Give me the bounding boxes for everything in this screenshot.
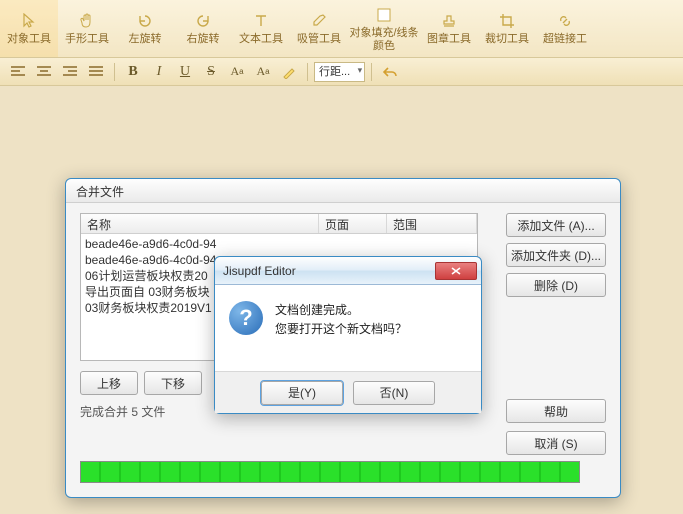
tool-stamp[interactable]: 图章工具 bbox=[420, 0, 478, 57]
confirm-open-dialog: Jisupdf Editor ? 文档创建完成。 您要打开这个新文档吗？ 是(Y… bbox=[214, 256, 482, 414]
add-file-button[interactable]: 添加文件 (A)... bbox=[506, 213, 606, 237]
yes-button[interactable]: 是(Y) bbox=[261, 381, 343, 405]
hand-icon bbox=[77, 11, 97, 31]
move-up-button[interactable]: 上移 bbox=[80, 371, 138, 395]
bold-button[interactable]: B bbox=[121, 61, 145, 83]
stamp-icon bbox=[439, 11, 459, 31]
align-left-button[interactable] bbox=[6, 61, 30, 83]
question-icon: ? bbox=[229, 301, 263, 335]
column-range[interactable]: 范围 bbox=[387, 214, 477, 233]
align-justify-button[interactable] bbox=[84, 61, 108, 83]
move-down-button[interactable]: 下移 bbox=[144, 371, 202, 395]
merge-status-text: 完成合并 5 文件 bbox=[80, 403, 165, 420]
tool-rotate-right[interactable]: 右旋转 bbox=[174, 0, 232, 57]
column-page[interactable]: 页面 bbox=[319, 214, 387, 233]
message-titlebar[interactable]: Jisupdf Editor bbox=[215, 257, 481, 285]
rotate-right-icon bbox=[193, 11, 213, 31]
message-text: 文档创建完成。 您要打开这个新文档吗？ bbox=[275, 301, 407, 361]
close-icon bbox=[451, 267, 461, 275]
format-toolbar: B I U S Aa Aa 行距... bbox=[0, 58, 683, 86]
tool-hand[interactable]: 手形工具 bbox=[58, 0, 116, 57]
tool-crop[interactable]: 裁切工具 bbox=[478, 0, 536, 57]
delete-button[interactable]: 删除 (D) bbox=[506, 273, 606, 297]
merge-dialog-title: 合并文件 bbox=[66, 179, 620, 203]
file-row[interactable]: beade46e-a9d6-4c0d-94 bbox=[85, 236, 473, 252]
crop-icon bbox=[497, 11, 517, 31]
no-button[interactable]: 否(N) bbox=[353, 381, 435, 405]
underline-button[interactable]: U bbox=[173, 61, 197, 83]
tool-object[interactable]: 对象工具 bbox=[0, 0, 58, 57]
tool-text[interactable]: 文本工具 bbox=[232, 0, 290, 57]
rotate-left-icon bbox=[135, 11, 155, 31]
file-list-header: 名称 页面 范围 bbox=[81, 214, 477, 234]
cursor-icon bbox=[19, 11, 39, 31]
help-button[interactable]: 帮助 bbox=[506, 399, 606, 423]
link-icon bbox=[555, 11, 575, 31]
text-icon bbox=[251, 11, 271, 31]
column-name[interactable]: 名称 bbox=[81, 214, 319, 233]
eyedropper-icon bbox=[309, 11, 329, 31]
superscript-button[interactable]: Aa bbox=[225, 61, 249, 83]
tool-hyperlink[interactable]: 超链接工 bbox=[536, 0, 594, 57]
fill-color-icon bbox=[374, 5, 394, 25]
tool-fill-stroke-color[interactable]: 对象填充/线条颜色 bbox=[348, 0, 420, 57]
italic-button[interactable]: I bbox=[147, 61, 171, 83]
line-spacing-combo[interactable]: 行距... bbox=[314, 62, 365, 82]
merge-progress-bar bbox=[80, 461, 580, 483]
align-center-button[interactable] bbox=[32, 61, 56, 83]
undo-button[interactable] bbox=[378, 61, 402, 83]
align-right-button[interactable] bbox=[58, 61, 82, 83]
highlight-button[interactable] bbox=[277, 61, 301, 83]
cancel-button[interactable]: 取消 (S) bbox=[506, 431, 606, 455]
tool-rotate-left[interactable]: 左旋转 bbox=[116, 0, 174, 57]
message-title: Jisupdf Editor bbox=[223, 264, 429, 278]
close-button[interactable] bbox=[435, 262, 477, 280]
subscript-button[interactable]: Aa bbox=[251, 61, 275, 83]
progress-fill bbox=[81, 462, 579, 482]
ribbon-toolbar: 对象工具 手形工具 左旋转 右旋转 文本工具 吸管工具 对象填充/线条颜色 图章… bbox=[0, 0, 683, 58]
strikethrough-button[interactable]: S bbox=[199, 61, 223, 83]
add-folder-button[interactable]: 添加文件夹 (D)... bbox=[506, 243, 606, 267]
tool-eyedropper[interactable]: 吸管工具 bbox=[290, 0, 348, 57]
